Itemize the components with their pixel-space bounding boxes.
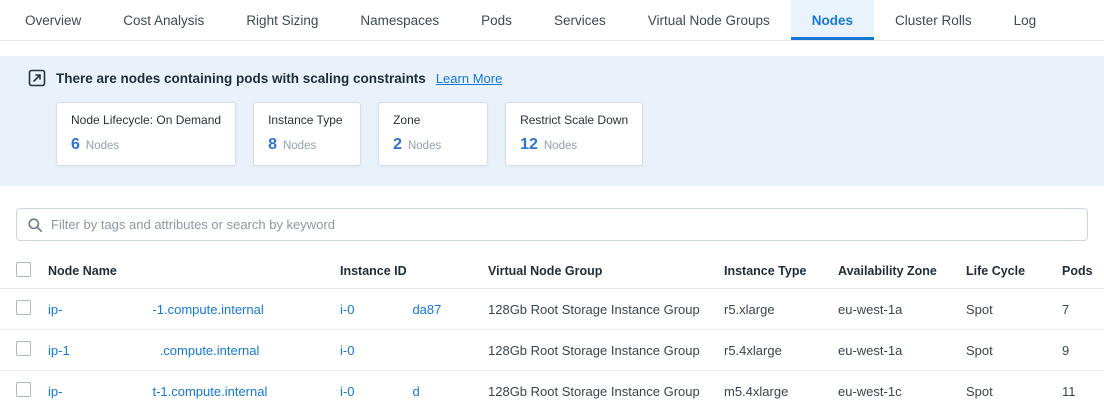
- instance-id-cell: i-0 da87: [340, 302, 488, 317]
- node-name-link[interactable]: t-1.compute.internal: [152, 384, 267, 399]
- life-cycle-cell: Spot: [966, 343, 1062, 358]
- card-unit: Nodes: [283, 140, 316, 152]
- instance-id-cell: i-0 d: [340, 384, 488, 399]
- select-all-checkbox[interactable]: [16, 262, 31, 277]
- learn-more-link[interactable]: Learn More: [436, 71, 502, 86]
- node-name-cell: ip-1 .compute.internal: [48, 343, 340, 358]
- tab-pods[interactable]: Pods: [460, 0, 533, 40]
- instance-id-link[interactable]: i-0: [340, 343, 354, 358]
- tab-log[interactable]: Log: [993, 0, 1058, 40]
- virtual-node-group-cell: 128Gb Root Storage Instance Group: [488, 343, 724, 358]
- card-title: Zone: [393, 113, 473, 127]
- card-count: 12: [520, 136, 538, 154]
- card-title: Restrict Scale Down: [520, 113, 628, 127]
- instance-id-link[interactable]: i-0: [340, 384, 354, 399]
- card-unit: Nodes: [408, 140, 441, 152]
- tab-cost-analysis[interactable]: Cost Analysis: [102, 0, 225, 40]
- filter-search-input[interactable]: [51, 217, 1077, 232]
- instance-id-cell: i-0: [340, 343, 488, 358]
- availability-zone-cell: eu-west-1a: [838, 343, 966, 358]
- virtual-node-group-cell: 128Gb Root Storage Instance Group: [488, 384, 724, 399]
- instance-id-link[interactable]: d: [412, 384, 419, 399]
- instance-id-link[interactable]: da87: [412, 302, 441, 317]
- tab-virtual-node-groups[interactable]: Virtual Node Groups: [627, 0, 791, 40]
- column-header-node-name: Node Name: [48, 264, 340, 278]
- tab-namespaces[interactable]: Namespaces: [339, 0, 460, 40]
- card-unit: Nodes: [86, 140, 119, 152]
- card-count: 6: [71, 136, 80, 154]
- life-cycle-cell: Spot: [966, 302, 1062, 317]
- instance-type-cell: m5.4xlarge: [724, 384, 838, 399]
- node-name-link[interactable]: .compute.internal: [160, 343, 260, 358]
- column-header-pods: Pods: [1062, 264, 1104, 278]
- card-instance-type[interactable]: Instance Type 8 Nodes: [253, 102, 361, 166]
- banner-message: There are nodes containing pods with sca…: [56, 71, 426, 86]
- card-title: Node Lifecycle: On Demand: [71, 113, 221, 127]
- card-zone[interactable]: Zone 2 Nodes: [378, 102, 488, 166]
- column-header-instance-type: Instance Type: [724, 264, 838, 278]
- availability-zone-cell: eu-west-1a: [838, 302, 966, 317]
- scaling-constraint-icon: [28, 69, 46, 87]
- column-header-availability-zone: Availability Zone: [838, 264, 966, 278]
- filter-search-box: [16, 208, 1088, 241]
- tab-services[interactable]: Services: [533, 0, 627, 40]
- constraint-cards: Node Lifecycle: On Demand 6 Nodes Instan…: [56, 102, 1076, 166]
- pods-cell: 9: [1062, 343, 1104, 358]
- availability-zone-cell: eu-west-1c: [838, 384, 966, 399]
- row-checkbox[interactable]: [16, 300, 31, 315]
- table-header-row: Node Name Instance ID Virtual Node Group…: [0, 253, 1104, 289]
- column-header-life-cycle: Life Cycle: [966, 264, 1062, 278]
- node-name-link[interactable]: -1.compute.internal: [152, 302, 263, 317]
- nodes-table: Node Name Instance ID Virtual Node Group…: [0, 253, 1104, 404]
- node-name-cell: ip- -1.compute.internal: [48, 302, 340, 317]
- tab-overview[interactable]: Overview: [4, 0, 102, 40]
- card-count: 8: [268, 136, 277, 154]
- tab-nodes[interactable]: Nodes: [791, 0, 874, 40]
- card-restrict-scale-down[interactable]: Restrict Scale Down 12 Nodes: [505, 102, 643, 166]
- virtual-node-group-cell: 128Gb Root Storage Instance Group: [488, 302, 724, 317]
- table-row: ip- -1.compute.internal i-0 da87 128Gb Roo…: [0, 289, 1104, 330]
- search-icon: [27, 217, 43, 233]
- row-checkbox[interactable]: [16, 341, 31, 356]
- node-name-link[interactable]: ip-: [48, 302, 62, 317]
- scaling-constraints-banner: There are nodes containing pods with sca…: [0, 56, 1104, 186]
- row-checkbox[interactable]: [16, 382, 31, 397]
- tab-bar: Overview Cost Analysis Right Sizing Name…: [0, 0, 1104, 41]
- node-name-cell: ip-t-1.compute.internal: [48, 384, 340, 399]
- node-name-link[interactable]: ip-1: [48, 343, 70, 358]
- instance-type-cell: r5.4xlarge: [724, 343, 838, 358]
- instance-id-link[interactable]: i-0: [340, 302, 354, 317]
- tab-right-sizing[interactable]: Right Sizing: [225, 0, 339, 40]
- life-cycle-cell: Spot: [966, 384, 1062, 399]
- column-header-virtual-node-group: Virtual Node Group: [488, 264, 724, 278]
- card-unit: Nodes: [544, 140, 577, 152]
- table-row: ip-1 .compute.internal i-0 128Gb Root Sto…: [0, 330, 1104, 371]
- instance-type-cell: r5.xlarge: [724, 302, 838, 317]
- card-count: 2: [393, 136, 402, 154]
- node-name-link[interactable]: ip-: [48, 384, 62, 399]
- card-title: Instance Type: [268, 113, 346, 127]
- pods-cell: 11: [1062, 384, 1104, 399]
- pods-cell: 7: [1062, 302, 1104, 317]
- card-node-lifecycle[interactable]: Node Lifecycle: On Demand 6 Nodes: [56, 102, 236, 166]
- table-row: ip-t-1.compute.internal i-0 d 128Gb Root …: [0, 371, 1104, 404]
- tab-cluster-rolls[interactable]: Cluster Rolls: [874, 0, 993, 40]
- column-header-instance-id: Instance ID: [340, 264, 488, 278]
